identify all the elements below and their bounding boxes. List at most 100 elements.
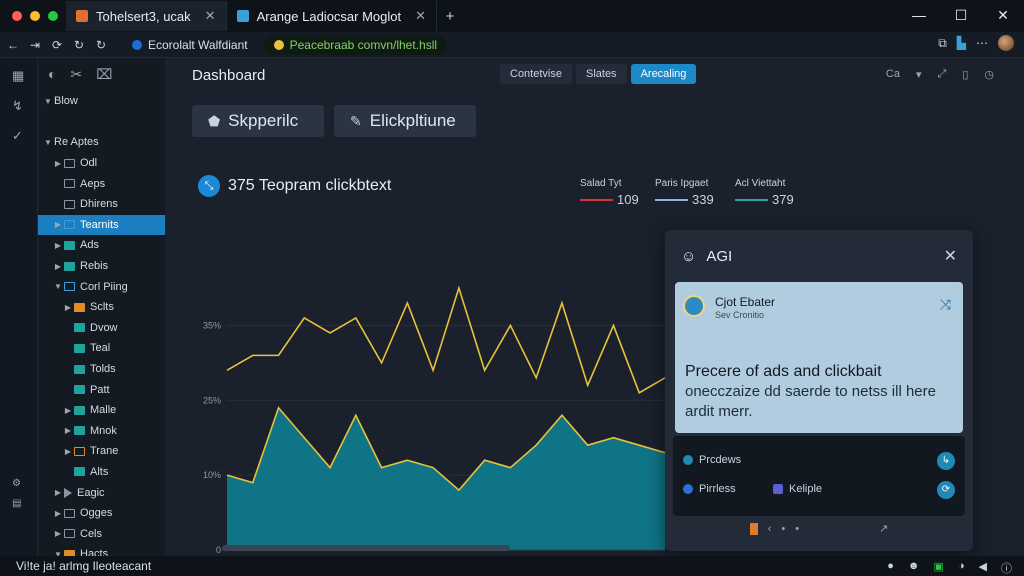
chart-badge-icon[interactable]: ⤡ <box>198 175 220 197</box>
refresh-icon[interactable]: ↻ <box>92 38 110 52</box>
tree-item[interactable]: ▶ Ogges <box>38 503 165 524</box>
history-icon[interactable]: ↻ <box>70 38 88 52</box>
chevron-right-icon[interactable]: ▶ <box>52 220 64 229</box>
skpperilc-button[interactable]: ⬟ Skpperilc <box>192 105 324 137</box>
close-icon[interactable]: ✕ <box>944 246 957 266</box>
cast-icon[interactable]: Ca <box>886 68 900 81</box>
maximize-button[interactable]: ☐ <box>940 0 982 30</box>
minimize-button[interactable]: — <box>898 0 940 30</box>
reload-icon[interactable]: ⟳ <box>48 38 66 52</box>
tree-item[interactable]: Dhirens <box>38 194 165 215</box>
chevron-down-icon[interactable]: ▾ <box>916 68 922 81</box>
pen-icon: ✎ <box>350 112 362 129</box>
toggle-icon[interactable]: ◐ <box>48 66 56 83</box>
minimize-dot[interactable] <box>30 11 40 21</box>
back-icon[interactable]: ← <box>4 38 22 52</box>
site-chip[interactable]: Ecorolalt Walfdiant <box>122 35 258 55</box>
tree-item[interactable]: Patt <box>38 379 165 400</box>
avatar[interactable] <box>998 35 1014 51</box>
folder-icon <box>74 302 85 312</box>
refresh-action-icon[interactable]: ⟳ <box>937 481 955 499</box>
tree-item[interactable]: ▼ Blow <box>38 91 165 112</box>
shuffle-icon[interactable]: ⤨ <box>940 296 951 313</box>
forward-icon[interactable]: ⇥ <box>26 38 44 52</box>
tree-item[interactable]: Aeps <box>38 173 165 194</box>
action-prcdews[interactable]: Prcdews <box>683 454 741 466</box>
chevron-right-icon[interactable]: ▶ <box>52 262 64 271</box>
tree-item[interactable]: Tolds <box>38 359 165 380</box>
maximize-dot[interactable] <box>48 11 58 21</box>
expand-arrow-icon[interactable]: ↗ <box>879 522 888 535</box>
tree-item[interactable]: ▶ Malle <box>38 400 165 421</box>
url-field[interactable]: Peacebraab comvn/lhet.hsll <box>263 34 448 55</box>
tab-contetvise[interactable]: Contetvise <box>500 64 572 84</box>
chevron-right-icon[interactable]: ▶ <box>52 159 64 168</box>
account-icon[interactable]: ▤ <box>12 498 21 509</box>
tab-close-icon[interactable]: ✕ <box>415 8 426 24</box>
chevron-down-icon[interactable]: ▼ <box>52 282 64 291</box>
title-bar: Tohelsert3, ucak ✕ Arange Ladiocsar Mogl… <box>0 0 1024 32</box>
status-icon[interactable]: ▣ <box>933 560 943 576</box>
status-icon[interactable]: ● <box>887 560 894 576</box>
tree-item[interactable]: Alts <box>38 462 165 483</box>
action-pirrless[interactable]: Pirrless <box>683 483 736 495</box>
chevron-right-icon[interactable]: ▶ <box>62 447 74 456</box>
tree-item[interactable] <box>38 112 165 133</box>
browser-tab-1[interactable]: Tohelsert3, ucak ✕ <box>66 1 227 31</box>
page-dot[interactable]: • <box>781 523 785 535</box>
page-dot[interactable]: • <box>795 523 799 535</box>
tree-item[interactable]: ▶ Sclts <box>38 297 165 318</box>
horizontal-scrollbar[interactable] <box>222 545 510 551</box>
tree-item[interactable]: ▶ Ads <box>38 235 165 256</box>
status-icon[interactable]: ☻ <box>908 560 920 576</box>
chevron-down-icon[interactable]: ▼ <box>42 97 54 106</box>
status-icon[interactable]: ◀ <box>979 560 987 576</box>
tree-item-label: Malle <box>90 404 117 417</box>
tree-item[interactable]: ▶ Eagic <box>38 482 165 503</box>
share-icon[interactable]: ⧉ <box>938 36 947 51</box>
settings-icon[interactable]: ⚙ <box>12 478 21 489</box>
extension-icon[interactable]: ▙ <box>957 36 966 50</box>
status-icon[interactable]: ⓘ <box>1001 560 1012 576</box>
bolt-icon[interactable]: ↯ <box>12 98 23 114</box>
elickpltiune-button[interactable]: ✎ Elickpltiune <box>334 105 476 137</box>
browser-tab-2[interactable]: Arange Ladiocsar Moglot ✕ <box>227 1 438 31</box>
action-go-icon[interactable]: ↳ <box>937 452 955 470</box>
expand-icon[interactable]: ⤢ <box>938 68 947 81</box>
chevron-right-icon[interactable]: ▶ <box>52 529 64 538</box>
chevron-right-icon[interactable]: ▶ <box>62 426 74 435</box>
chevron-right-icon[interactable]: ▶ <box>52 241 64 250</box>
tree-item[interactable]: ▶ Trane <box>38 441 165 462</box>
tree-item[interactable]: ▶ Tearnits <box>38 214 165 236</box>
close-dot[interactable] <box>12 11 22 21</box>
tree-item[interactable]: Teal <box>38 338 165 359</box>
tab-arecaling[interactable]: Arecaling <box>630 64 697 84</box>
action-keliple[interactable]: Keliple <box>773 483 822 495</box>
tree-item[interactable]: ▼ Corl Piing <box>38 276 165 297</box>
tree-item[interactable]: ▶ Cels <box>38 523 165 544</box>
status-icon[interactable]: ◑ <box>958 560 965 576</box>
chevron-down-icon[interactable]: ▼ <box>42 138 54 147</box>
chevron-right-icon[interactable]: ▶ <box>62 303 74 312</box>
tree-item[interactable]: Dvow <box>38 318 165 339</box>
tool-icon[interactable]: ✂ <box>70 66 82 83</box>
tree-item[interactable]: ▶ Mnok <box>38 421 165 442</box>
prev-icon[interactable]: ‹ <box>768 523 772 535</box>
chevron-right-icon[interactable]: ▶ <box>52 509 64 518</box>
tab-close-icon[interactable]: ✕ <box>205 8 216 24</box>
bookmark-icon[interactable]: ▯ <box>962 68 968 81</box>
check-icon[interactable]: ✓ <box>12 128 23 144</box>
y-tick-label: 25% <box>203 395 221 405</box>
tab-slates[interactable]: Slates <box>575 64 627 84</box>
tree-item[interactable]: ▼ Re Aptes <box>38 132 165 153</box>
clock-icon[interactable]: ◷ <box>984 68 994 81</box>
tree-item[interactable]: ▶ Odl <box>38 153 165 174</box>
close-window-button[interactable]: ✕ <box>982 0 1024 30</box>
chevron-right-icon[interactable]: ▶ <box>52 488 64 497</box>
explorer-icon[interactable]: ▦ <box>12 68 24 84</box>
new-tab-button[interactable]: + <box>437 8 463 25</box>
dots-icon[interactable]: ⋯ <box>976 36 988 50</box>
tree-item[interactable]: ▶ Rebis <box>38 256 165 277</box>
chevron-right-icon[interactable]: ▶ <box>62 406 74 415</box>
collapse-icon[interactable]: ⌧ <box>96 66 112 83</box>
